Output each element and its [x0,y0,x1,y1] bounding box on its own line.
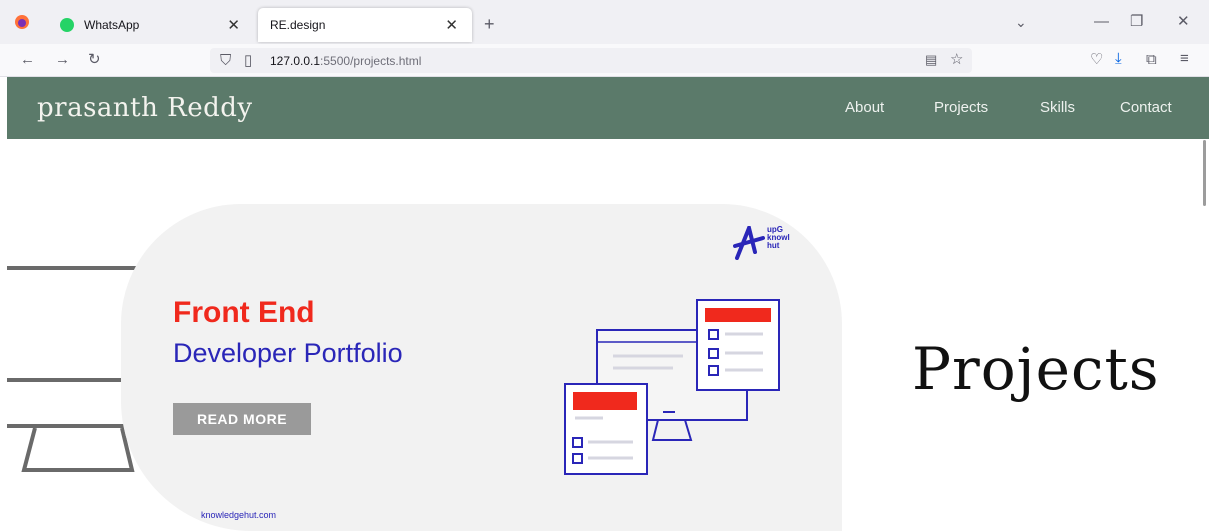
project-banner-image[interactable]: upG knowl hut Front End Developer Portfo… [121,204,842,531]
banner-footer-url: knowledgehut.com [201,510,277,520]
reader-view-icon[interactable]: ▤ [925,53,937,66]
reload-icon[interactable]: ↻ [88,52,101,67]
browser-tab-strip: WhatsApp ✕ RE.design ✕ + ⌄ — ❐ ✕ [0,0,1209,44]
brand-logo: upG knowl hut [733,224,813,264]
url-host: 127.0.0.1 [270,54,321,68]
minimize-icon[interactable]: — [1094,14,1109,29]
pocket-icon[interactable]: ♡ [1090,52,1103,67]
url-text: 127.0.0.1:5500/projects.html [270,54,421,68]
site-navbar: prasanth Reddy About Projects Skills Con… [7,77,1209,139]
site-brand[interactable]: prasanth Reddy [37,93,253,123]
restore-icon[interactable]: ❐ [1130,14,1143,29]
nav-link-contact[interactable]: Contact [1120,99,1172,116]
tab-label: WhatsApp [84,18,140,32]
url-path: :5500/projects.html [320,54,422,68]
nav-link-projects[interactable]: Projects [934,99,988,116]
page-icon: ▯ [244,52,253,69]
browser-toolbar: ← → ↻ ⛉ ▯ 127.0.0.1:5500/projects.html ▤… [0,44,1209,77]
page-scrollbar[interactable] [1203,140,1206,206]
nav-link-skills[interactable]: Skills [1040,99,1075,116]
extensions-icon[interactable]: ⧉ [1146,52,1157,67]
back-icon[interactable]: ← [20,52,35,67]
close-tab-icon[interactable]: ✕ [445,16,458,34]
bookmark-star-icon[interactable]: ☆ [950,52,963,67]
page-title: Projects [912,335,1160,403]
banner-subheadline: Developer Portfolio [173,338,403,368]
nav-link-about[interactable]: About [845,99,884,116]
logo-line: hut [767,241,780,250]
downloads-icon[interactable]: ⤓ [1115,51,1122,66]
shield-icon: ⛉ [220,52,232,69]
tab-label: RE.design [270,18,326,32]
tab-whatsapp[interactable]: WhatsApp ✕ [46,8,254,42]
forward-icon[interactable]: → [55,52,70,67]
firefox-menu-icon[interactable] [14,14,30,33]
read-more-button[interactable]: READ MORE [173,403,311,435]
new-tab-icon[interactable]: + [484,15,495,33]
list-all-tabs-icon[interactable]: ⌄ [1015,15,1027,29]
banner-headline: Front End [173,296,315,329]
logo-text: upG knowl hut [767,226,790,250]
tab-redesign[interactable]: RE.design ✕ [258,8,472,42]
hamburger-menu-icon[interactable]: ≡ [1180,51,1189,66]
devices-illustration [564,299,780,475]
whatsapp-icon [60,18,74,32]
close-window-icon[interactable]: ✕ [1177,14,1190,29]
close-tab-icon[interactable]: ✕ [227,16,240,34]
url-bar[interactable]: ⛉ ▯ 127.0.0.1:5500/projects.html ▤ ☆ [210,48,972,73]
